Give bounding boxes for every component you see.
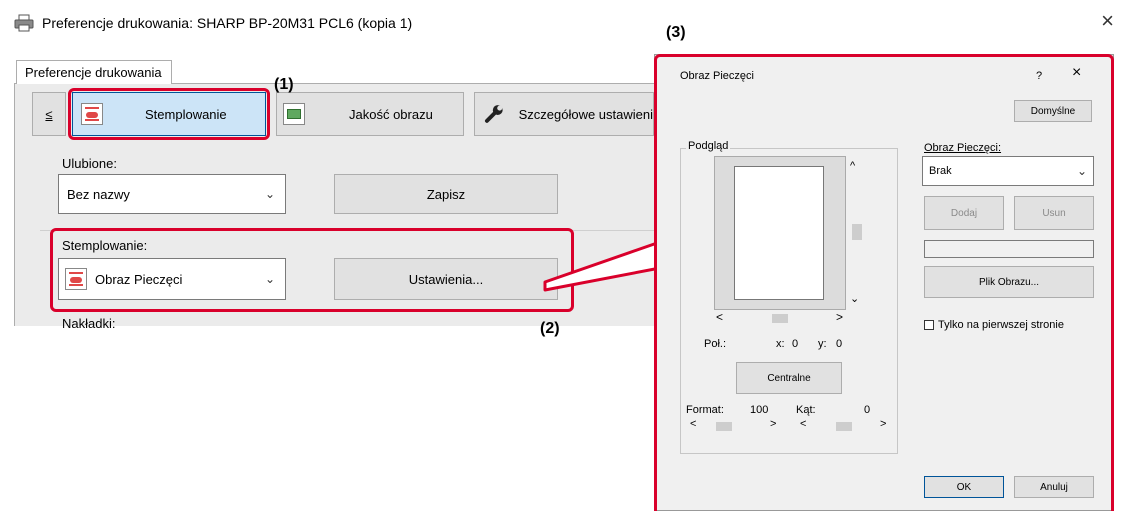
scroll-right-icon[interactable]: > xyxy=(770,418,776,430)
dialog-title: Obraz Pieczęci xyxy=(680,70,754,82)
first-page-label: Tylko na pierwszej stronie xyxy=(938,319,1064,331)
image-file-label: Plik Obrazu... xyxy=(978,276,1040,288)
first-page-checkbox[interactable] xyxy=(924,320,934,330)
position-label: Poł.: xyxy=(704,338,727,350)
angle-label: Kąt: xyxy=(796,404,816,416)
defaults-label: Domyślne xyxy=(1030,105,1076,117)
scroll-thumb[interactable] xyxy=(852,224,862,240)
scroll-right-icon[interactable]: > xyxy=(836,310,843,324)
remove-button[interactable]: Usun xyxy=(1014,196,1094,230)
stamp-image-value: Brak xyxy=(929,165,952,177)
slider-thumb[interactable] xyxy=(716,422,732,431)
vertical-scrollbar[interactable]: ^ ⌄ xyxy=(846,156,864,310)
y-value: 0 xyxy=(836,338,843,350)
scroll-left-icon[interactable]: < xyxy=(716,310,723,324)
add-label: Dodaj xyxy=(950,207,978,219)
preview-label: Podgląd xyxy=(686,140,731,152)
horizontal-scrollbar[interactable]: < > xyxy=(714,310,846,326)
scroll-down-icon[interactable]: ⌄ xyxy=(850,292,859,305)
angle-slider[interactable]: < > xyxy=(800,418,890,434)
defaults-button[interactable]: Domyślne xyxy=(1014,100,1092,122)
center-label: Centralne xyxy=(767,372,811,384)
cancel-label: Anuluj xyxy=(1040,481,1068,493)
angle-value: 0 xyxy=(864,404,871,416)
help-icon[interactable]: ? xyxy=(1036,70,1042,82)
preview-page xyxy=(734,166,824,300)
stamp-image-select[interactable]: Brak ⌄ xyxy=(922,156,1094,186)
x-value: 0 xyxy=(792,338,799,350)
ok-button[interactable]: OK xyxy=(924,476,1004,498)
format-value: 100 xyxy=(750,404,769,416)
image-file-button[interactable]: Plik Obrazu... xyxy=(924,266,1094,298)
scroll-left-icon[interactable]: < xyxy=(800,418,806,430)
scroll-left-icon[interactable]: < xyxy=(690,418,696,430)
center-button[interactable]: Centralne xyxy=(736,362,842,394)
add-button[interactable]: Dodaj xyxy=(924,196,1004,230)
format-label: Format: xyxy=(686,404,724,416)
scroll-up-icon[interactable]: ^ xyxy=(850,160,855,172)
cancel-button[interactable]: Anuluj xyxy=(1014,476,1094,498)
stamp-image-label: Obraz Pieczęci: xyxy=(924,142,1002,154)
slider-thumb[interactable] xyxy=(836,422,852,431)
chevron-down-icon: ⌄ xyxy=(1076,164,1087,178)
remove-label: Usun xyxy=(1042,207,1066,219)
scroll-thumb[interactable] xyxy=(772,314,788,323)
y-label: y: xyxy=(818,338,827,350)
ok-label: OK xyxy=(956,481,972,493)
image-path-field xyxy=(924,240,1094,258)
format-slider[interactable]: < > xyxy=(690,418,780,434)
x-label: x: xyxy=(776,338,785,350)
dialog-close-icon[interactable]: × xyxy=(1072,64,1081,82)
scroll-right-icon[interactable]: > xyxy=(880,418,886,430)
